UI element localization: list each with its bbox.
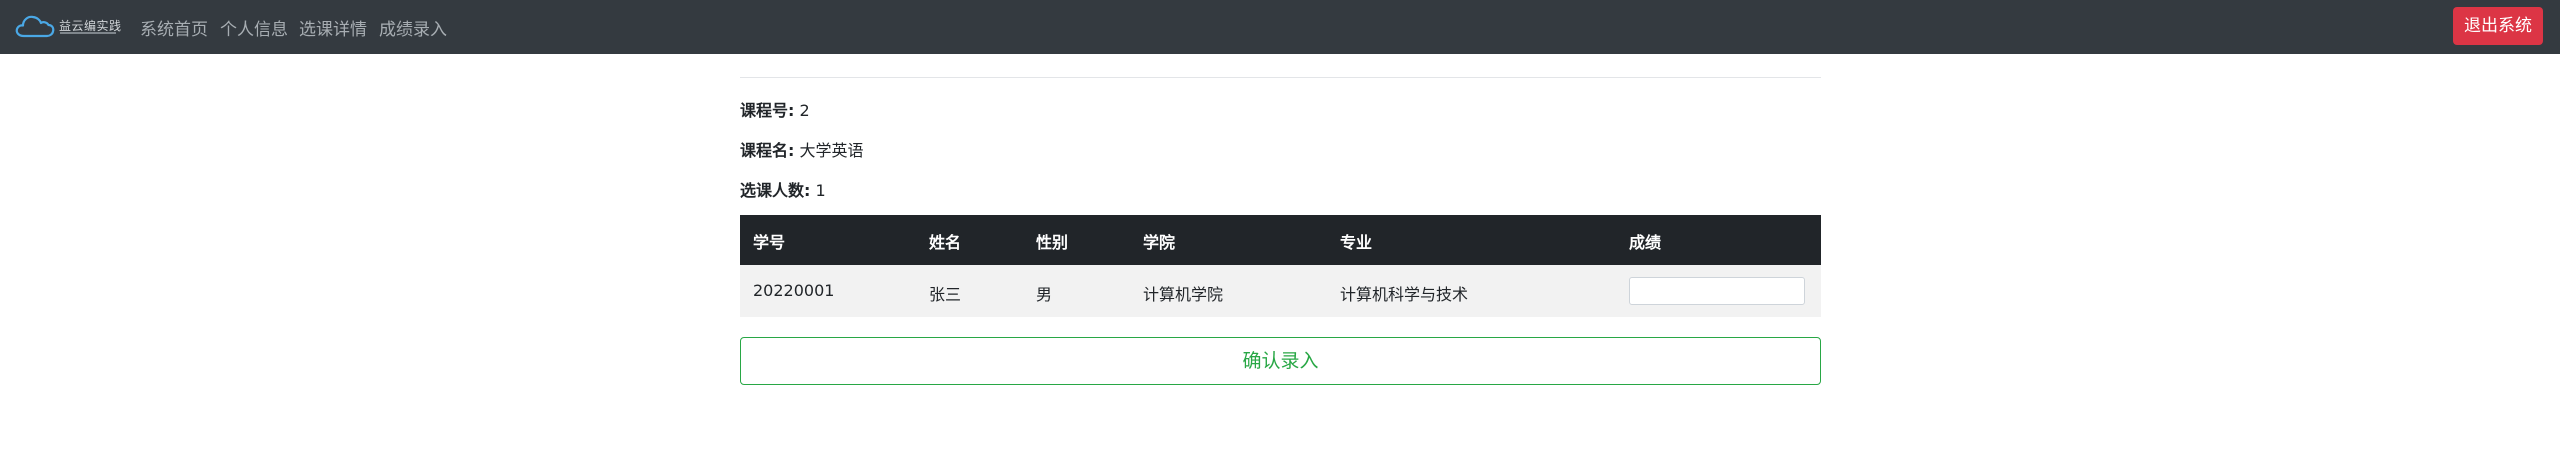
header-score: 成绩 <box>1629 233 1662 252</box>
table-header: 学号 姓名 性别 学院 专业 成绩 <box>740 215 1821 265</box>
cell-gender: 男 <box>1036 285 1053 304</box>
brand-underline <box>60 32 116 34</box>
course-name-value: 大学英语 <box>799 141 864 160</box>
nav-course-details[interactable]: 选课详情 <box>299 15 367 40</box>
enrollment-count-line: 选课人数: 1 <box>740 177 826 201</box>
nav-profile[interactable]: 个人信息 <box>220 15 288 40</box>
course-id-value: 2 <box>799 101 810 120</box>
enrollment-count-label: 选课人数: <box>740 181 811 200</box>
top-navbar: 益云编实践 系统首页 个人信息 选课详情 成绩录入 退出系统 <box>0 0 2560 54</box>
header-student-id: 学号 <box>753 233 786 252</box>
header-college: 学院 <box>1143 233 1176 252</box>
enrollment-count-value: 1 <box>815 181 826 200</box>
course-id-label: 课程号: <box>740 101 795 120</box>
course-name-line: 课程名: 大学英语 <box>740 137 864 161</box>
brand-logo[interactable]: 益云编实践 <box>14 9 121 45</box>
logout-button[interactable]: 退出系统 <box>2453 7 2543 45</box>
table-row: 20220001 张三 男 计算机学院 计算机科学与技术 <box>740 265 1821 317</box>
confirm-entry-button[interactable]: 确认录入 <box>740 337 1821 385</box>
cloud-icon <box>15 15 55 38</box>
cell-major: 计算机科学与技术 <box>1340 285 1469 304</box>
nav-grade-entry[interactable]: 成绩录入 <box>379 15 447 40</box>
nav-home[interactable]: 系统首页 <box>140 15 208 40</box>
course-id-line: 课程号: 2 <box>740 97 810 121</box>
header-name: 姓名 <box>929 233 962 252</box>
cell-college: 计算机学院 <box>1143 285 1224 304</box>
grade-table: 学号 姓名 性别 学院 专业 成绩 20220001 张三 男 计算机学院 计算… <box>740 215 1821 317</box>
cell-name: 张三 <box>929 285 962 304</box>
score-input[interactable] <box>1629 277 1805 305</box>
section-divider <box>740 77 1821 78</box>
course-name-label: 课程名: <box>740 141 795 160</box>
cell-student-id: 20220001 <box>753 281 835 300</box>
header-major: 专业 <box>1340 233 1373 252</box>
header-gender: 性别 <box>1036 233 1069 252</box>
